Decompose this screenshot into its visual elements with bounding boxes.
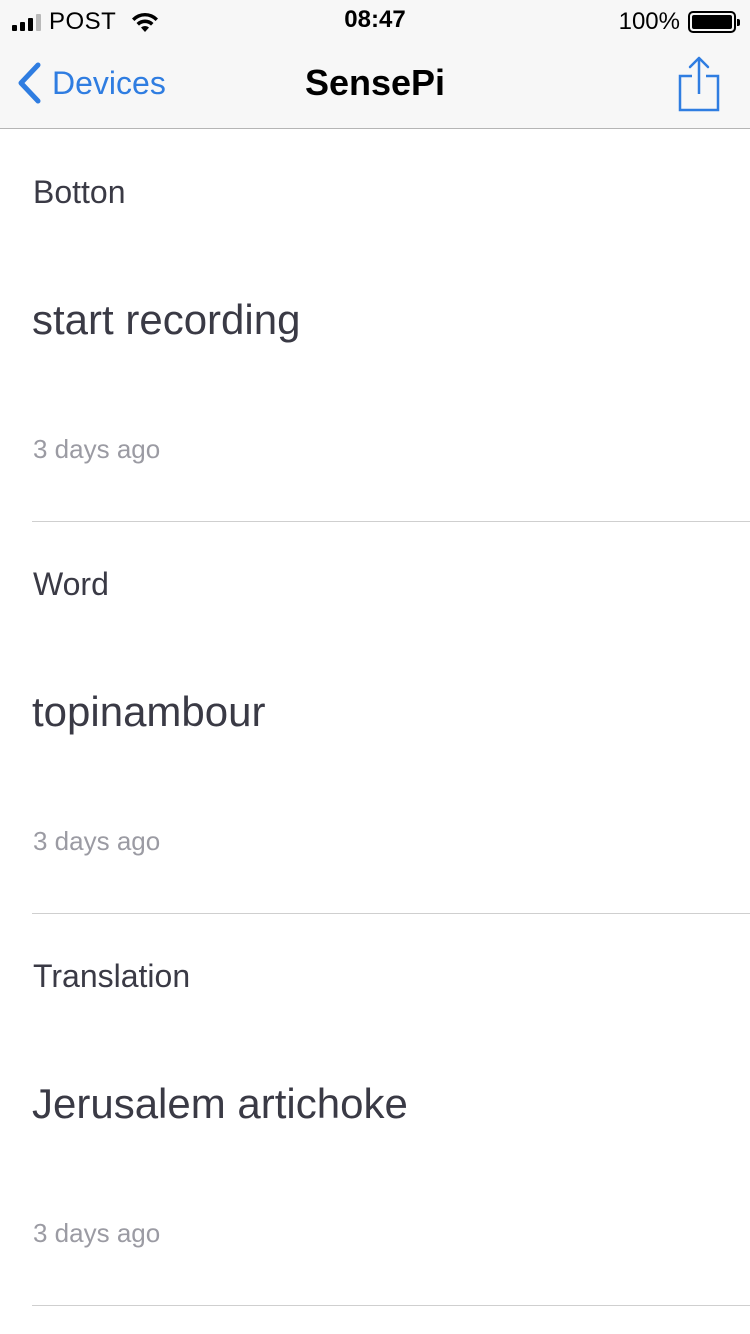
status-right: 100% — [618, 8, 740, 36]
item-value: topinambour — [32, 688, 266, 735]
battery-percent: 100% — [618, 8, 680, 35]
item-value: Jerusalem artichoke — [32, 1080, 408, 1127]
list-item[interactable]: Botton start recording 3 days ago — [0, 130, 750, 522]
status-bar: POST 08:47 100% — [0, 0, 750, 40]
navigation-bar: Devices SensePi — [0, 40, 750, 129]
message-list: Botton start recording 3 days ago Word t… — [0, 130, 750, 1306]
item-value: start recording — [32, 296, 301, 343]
list-item[interactable]: Word topinambour 3 days ago — [0, 522, 750, 914]
item-label: Translation — [33, 958, 191, 994]
item-timestamp: 3 days ago — [33, 1218, 161, 1248]
page-title: SensePi — [304, 62, 446, 103]
item-label: Word — [33, 566, 109, 602]
battery-icon — [688, 11, 740, 33]
item-timestamp: 3 days ago — [33, 434, 161, 464]
item-timestamp: 3 days ago — [33, 826, 161, 856]
list-item[interactable]: Translation Jerusalem artichoke 3 days a… — [0, 914, 750, 1306]
share-icon[interactable] — [678, 56, 720, 112]
item-label: Botton — [33, 174, 126, 210]
divider — [32, 1305, 750, 1306]
